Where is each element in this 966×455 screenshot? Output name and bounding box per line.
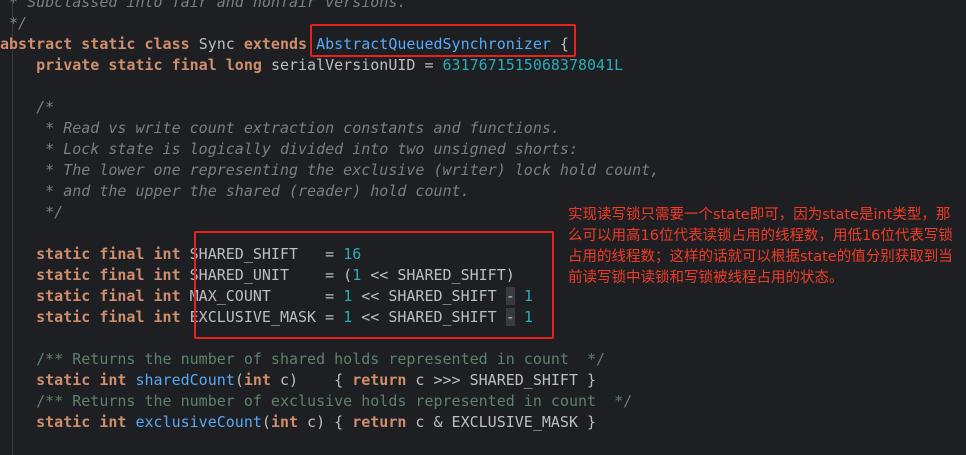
keyword: static int (0, 413, 136, 431)
code-line-shared-count: static int sharedCount(int c) { return c… (0, 370, 596, 391)
code-line-comment: * The lower one representing the exclusi… (0, 161, 660, 179)
keyword: abstract static class (0, 35, 199, 53)
keyword: static final int (0, 245, 190, 263)
paren: ( (261, 413, 271, 431)
code-line-doc-comment: /** Returns the number of exclusive hold… (0, 392, 633, 410)
keyword-extends: extends (243, 35, 317, 53)
keyword-return: return (352, 413, 407, 431)
field-name: serialVersionUID (270, 56, 416, 74)
keyword: static final int (0, 287, 190, 305)
code-line-comment: * Lock state is logically divided into t… (0, 140, 578, 158)
code-line-serial: private static final long serialVersionU… (0, 55, 623, 76)
highlight-box-constants (194, 231, 554, 339)
code-line-comment: * Subclassed into fair and nonfair versi… (0, 0, 407, 11)
keyword: static int (0, 371, 136, 389)
keyword: int (270, 413, 299, 431)
params: c) { (270, 371, 353, 389)
code-line-exclusive-count: static int exclusiveCount(int c) { retur… (0, 412, 596, 433)
method-name[interactable]: sharedCount (135, 371, 234, 389)
number-literal: 6317671515068378041L (442, 56, 624, 74)
code-line-comment: * and the upper the shared (reader) hold… (0, 182, 470, 200)
paren: ( (234, 371, 244, 389)
code-line-comment: * Read vs write count extraction constan… (0, 119, 560, 137)
highlight-box-superclass (310, 24, 576, 57)
keyword: static final int (0, 308, 190, 326)
code-line-comment: /* (0, 98, 55, 116)
method-name[interactable]: exclusiveCount (135, 413, 261, 431)
method-body: c >>> SHARED_SHIFT } (406, 371, 597, 389)
operator: = (415, 56, 443, 74)
keyword: static final int (0, 266, 190, 284)
keyword-return: return (352, 371, 407, 389)
class-name: Sync (198, 35, 244, 53)
code-line-doc-comment: /** Returns the number of shared holds r… (0, 350, 606, 368)
keyword: private static final long (0, 56, 271, 74)
method-body: c & EXCLUSIVE_MASK } (406, 413, 597, 431)
code-line-comment-end: */ (0, 14, 28, 32)
annotation-note: 实现读写锁只需要一个state即可，因为state是int类型，那么可以用高16… (568, 207, 953, 286)
keyword: int (243, 371, 271, 389)
params: c) { (298, 413, 353, 431)
code-line-comment-end: */ (0, 203, 64, 221)
